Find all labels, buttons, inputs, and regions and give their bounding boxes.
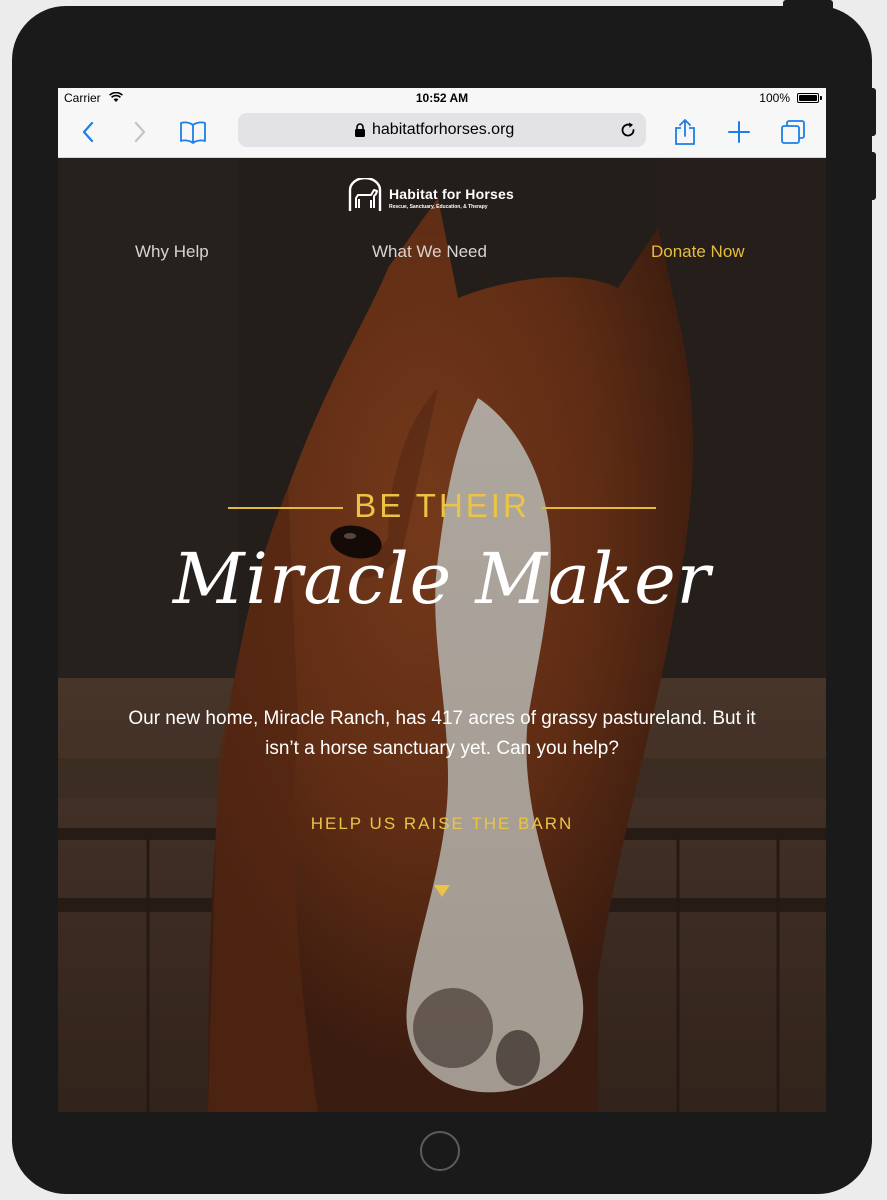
logo-title: Habitat for Horses <box>389 186 514 202</box>
logo-subtitle: Rescue, Sanctuary, Education, & Therapy <box>389 204 488 210</box>
hero-eyebrow-text: BE THEIR <box>354 487 530 524</box>
eyebrow-rule-right <box>541 507 656 509</box>
home-button-ring[interactable] <box>420 1131 460 1171</box>
clock: 10:52 AM <box>415 91 469 105</box>
reload-icon[interactable] <box>619 121 637 139</box>
forward-icon[interactable] <box>125 117 155 147</box>
hero-section: Habitat for Horses Rescue, Sanctuary, Ed… <box>58 158 826 1112</box>
url-text: habitatforhorses.org <box>372 121 515 138</box>
hero-overlay <box>58 158 826 1112</box>
lock-icon <box>355 123 365 137</box>
scroll-down-arrow-icon[interactable] <box>433 884 451 898</box>
hero-title: Miracle Maker <box>172 538 712 620</box>
status-bar: Carrier 10:52 AM 100% <box>58 88 826 108</box>
tabs-icon[interactable] <box>778 117 808 147</box>
browser-toolbar: habitatforhorses.org <box>58 108 826 158</box>
hero-eyebrow: BE THEIR <box>58 484 826 524</box>
battery-cap <box>820 96 822 100</box>
battery-icon <box>797 93 819 103</box>
screen: Carrier 10:52 AM 100% habitatforhorses.o… <box>58 88 826 1112</box>
nav-why-help[interactable]: Why Help <box>135 242 209 262</box>
back-icon[interactable] <box>73 117 103 147</box>
nav-what-we-need[interactable]: What We Need <box>372 242 487 262</box>
horse-logo-icon <box>348 178 382 211</box>
share-icon[interactable] <box>670 117 700 147</box>
hero-description: Our new home, Miracle Ranch, has 417 acr… <box>128 708 756 759</box>
address-bar[interactable]: habitatforhorses.org <box>238 113 646 147</box>
raise-barn-link[interactable]: HELP US RAISE THE BARN <box>58 814 826 834</box>
nav-donate-now[interactable]: Donate Now <box>651 242 745 262</box>
battery-percent: 100% <box>759 91 790 105</box>
bookmarks-icon[interactable] <box>178 117 208 147</box>
site-logo[interactable]: Habitat for Horses Rescue, Sanctuary, Ed… <box>347 178 517 214</box>
new-tab-icon[interactable] <box>724 117 754 147</box>
